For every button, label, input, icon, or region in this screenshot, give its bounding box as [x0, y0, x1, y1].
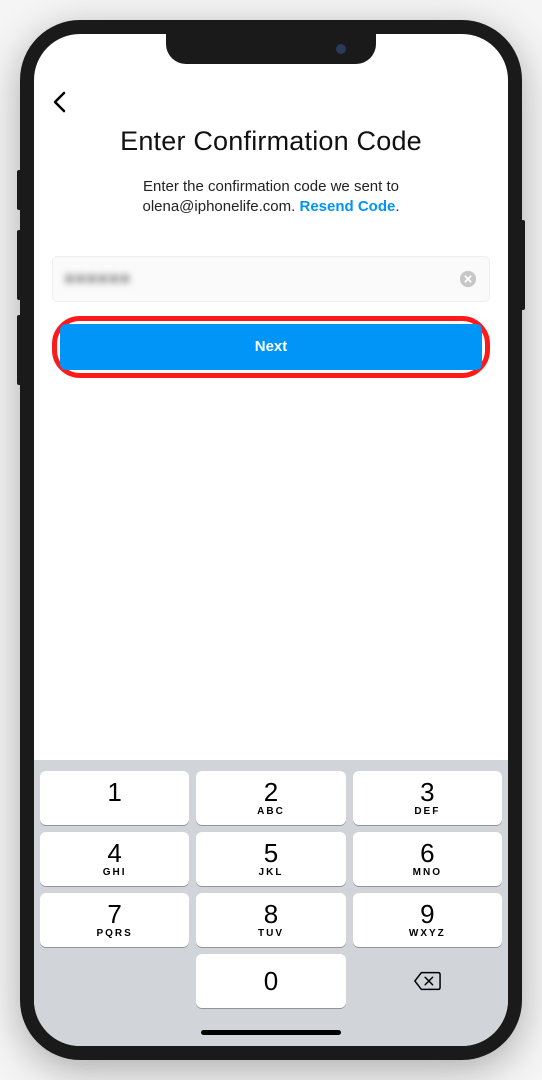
backspace-icon [413, 970, 441, 992]
home-indicator[interactable] [201, 1030, 341, 1035]
front-camera [336, 44, 346, 54]
key-5[interactable]: 5 JKL [196, 832, 345, 886]
key-grid: 1 2 ABC 3 DEF 4 GHI 5 JKL [40, 771, 502, 1008]
code-input-row[interactable] [52, 256, 490, 302]
subtitle-text-1: Enter the confirmation code we sent to [143, 178, 399, 195]
power-button [522, 220, 525, 310]
key-1[interactable]: 1 [40, 771, 189, 825]
spacer [52, 378, 490, 761]
notch [166, 34, 376, 64]
numeric-keyboard: 1 2 ABC 3 DEF 4 GHI 5 JKL [34, 760, 508, 1018]
key-0[interactable]: 0 [196, 954, 345, 1008]
next-button[interactable]: Next [60, 324, 482, 370]
key-4[interactable]: 4 GHI [40, 832, 189, 886]
key-8[interactable]: 8 TUV [196, 893, 345, 947]
back-button[interactable] [52, 86, 84, 118]
resend-code-link[interactable]: Resend Code [299, 198, 395, 215]
subtitle: Enter the confirmation code we sent to o… [72, 177, 470, 218]
confirmation-code-input[interactable] [65, 270, 459, 287]
screen: Enter Confirmation Code Enter the confir… [34, 34, 508, 1046]
key-2[interactable]: 2 ABC [196, 771, 345, 825]
home-indicator-area [34, 1018, 508, 1046]
key-backspace[interactable] [353, 954, 502, 1008]
key-7[interactable]: 7 PQRS [40, 893, 189, 947]
phone-frame: Enter Confirmation Code Enter the confir… [20, 20, 522, 1060]
key-3[interactable]: 3 DEF [353, 771, 502, 825]
chevron-left-icon [52, 91, 66, 113]
content-area: Enter Confirmation Code Enter the confir… [34, 78, 508, 760]
key-9[interactable]: 9 WXYZ [353, 893, 502, 947]
key-blank [40, 954, 189, 1008]
subtitle-email: olena@iphonelife.com [142, 198, 291, 215]
page-title: Enter Confirmation Code [52, 126, 490, 157]
highlight-annotation: Next [52, 316, 490, 378]
clear-icon[interactable] [459, 270, 477, 288]
subtitle-suffix: . [395, 198, 399, 215]
key-6[interactable]: 6 MNO [353, 832, 502, 886]
next-button-label: Next [255, 338, 288, 355]
